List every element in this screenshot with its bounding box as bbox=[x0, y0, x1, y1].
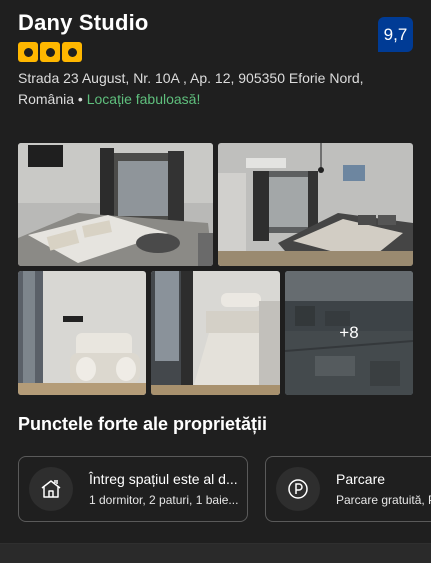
star-icon bbox=[62, 42, 82, 62]
gallery-photo-room-view[interactable] bbox=[218, 143, 413, 266]
address-separator: • bbox=[77, 91, 83, 107]
highlight-title: Parcare bbox=[336, 470, 386, 487]
property-header: Dany Studio 9,7 bbox=[18, 10, 413, 62]
star-rating bbox=[18, 42, 413, 62]
review-score-badge[interactable]: 9,7 bbox=[378, 17, 413, 52]
highlight-title: Întreg spațiul este al d... bbox=[89, 470, 238, 487]
highlight-card-entire-place[interactable]: Întreg spațiul este al d... 1 dormitor, … bbox=[18, 456, 248, 522]
highlight-subtitle: 1 dormitor, 2 paturi, 1 baie... bbox=[89, 492, 239, 507]
gallery-photo-armchair[interactable] bbox=[18, 271, 146, 395]
house-icon bbox=[29, 467, 73, 511]
bottom-section-divider bbox=[0, 543, 431, 563]
property-title: Dany Studio bbox=[18, 10, 149, 35]
parking-icon bbox=[276, 467, 320, 511]
star-icon bbox=[18, 42, 38, 62]
photo-gallery: +8 bbox=[18, 143, 413, 395]
location-score-label: Locație fabuloasă! bbox=[86, 91, 201, 107]
gallery-photo-bedroom[interactable] bbox=[18, 143, 213, 266]
property-address: Strada 23 August, Nr. 10A , Ap. 12, 9053… bbox=[18, 68, 413, 110]
highlight-subtitle: Parcare gratuită, P bbox=[336, 492, 431, 507]
gallery-photo-sofa-bed[interactable] bbox=[151, 271, 280, 395]
star-icon bbox=[40, 42, 60, 62]
highlights-title: Punctele forte ale proprietății bbox=[18, 414, 268, 434]
gallery-photo-more[interactable]: +8 bbox=[285, 271, 413, 395]
highlight-card-parking[interactable]: Parcare Parcare gratuită, P bbox=[265, 456, 431, 522]
more-photos-count[interactable]: +8 bbox=[285, 271, 413, 395]
